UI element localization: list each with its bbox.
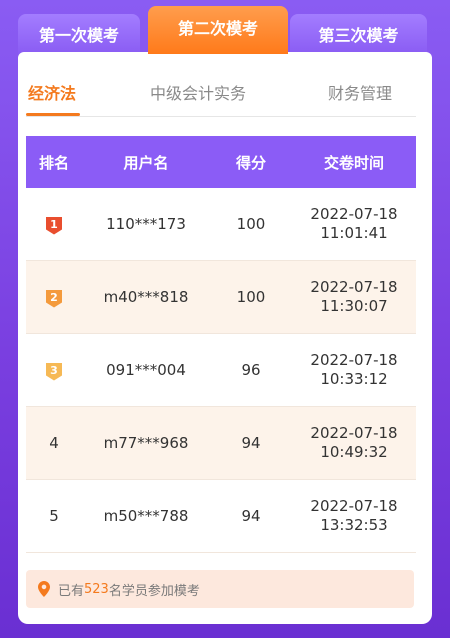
score-cell: 94 [241, 434, 261, 452]
submit-clock: 13:32:53 [320, 516, 388, 534]
table-row: 3 091***004 96 2022-07-18 10:33:12 [26, 334, 416, 407]
bronze-medal-icon: 3 [46, 362, 62, 381]
rank-cell: 1 [26, 214, 82, 235]
subject-tabs: 经济法 中级会计实务 财务管理 [26, 72, 416, 117]
submit-date: 2022-07-18 [310, 205, 398, 223]
username-cell: m77***968 [103, 434, 189, 452]
participant-prefix: 已有 [58, 583, 85, 599]
rank-cell: 4 [49, 434, 59, 452]
submit-time-cell: 2022-07-18 11:01:41 [292, 205, 416, 243]
submit-clock: 11:01:41 [320, 224, 388, 242]
submit-date: 2022-07-18 [310, 351, 398, 369]
submit-time-cell: 2022-07-18 11:30:07 [292, 278, 416, 316]
submit-time-cell: 2022-07-18 13:32:53 [292, 497, 416, 535]
username-cell: m40***818 [103, 288, 189, 306]
username-cell: 110***173 [106, 215, 186, 233]
submit-time-cell: 2022-07-18 10:33:12 [292, 351, 416, 389]
score-cell: 100 [236, 215, 266, 233]
rank-cell: 2 [26, 287, 82, 308]
exam-tab-second[interactable]: 第二次模考 [148, 6, 288, 54]
participant-count-banner: 已有 523 名学员参加模考 [26, 570, 414, 608]
subject-tab-accounting-practice[interactable]: 中级会计实务 [150, 80, 246, 104]
participant-count: 523 [84, 581, 109, 597]
leaderboard-card: 经济法 中级会计实务 财务管理 排名 用户名 得分 交卷时间 1 110***1… [18, 52, 432, 624]
header-submit-time: 交卷时间 [323, 153, 384, 172]
table-header: 排名 用户名 得分 交卷时间 [26, 136, 416, 188]
rank-cell: 5 [49, 507, 59, 525]
submit-date: 2022-07-18 [310, 497, 398, 515]
gold-medal-icon: 1 [46, 216, 62, 235]
submit-date: 2022-07-18 [310, 278, 398, 296]
username-cell: m50***788 [103, 507, 189, 525]
submit-clock: 10:49:32 [320, 443, 388, 461]
header-score: 得分 [235, 153, 266, 172]
table-row: 4 m77***968 94 2022-07-18 10:49:32 [26, 407, 416, 480]
header-username: 用户名 [123, 153, 169, 172]
score-cell: 100 [236, 288, 266, 306]
active-tab-underline [26, 113, 80, 116]
exam-tab-third[interactable]: 第三次模考 [290, 14, 427, 54]
username-cell: 091***004 [106, 361, 186, 379]
submit-date: 2022-07-18 [310, 424, 398, 442]
table-row: 5 m50***788 94 2022-07-18 13:32:53 [26, 480, 416, 553]
subject-tab-financial-management[interactable]: 财务管理 [328, 80, 392, 104]
submit-clock: 11:30:07 [320, 297, 388, 315]
exam-tabs: 第一次模考 第二次模考 第三次模考 [0, 0, 450, 56]
silver-medal-icon: 2 [46, 289, 62, 308]
exam-tab-first[interactable]: 第一次模考 [18, 14, 140, 54]
ranking-table: 排名 用户名 得分 交卷时间 1 110***173 100 2022-07-1… [26, 136, 416, 553]
submit-time-cell: 2022-07-18 10:49:32 [292, 424, 416, 462]
submit-clock: 10:33:12 [320, 370, 388, 388]
table-row: 2 m40***818 100 2022-07-18 11:30:07 [26, 261, 416, 334]
location-pin-icon [38, 581, 50, 597]
score-cell: 94 [241, 507, 261, 525]
score-cell: 96 [241, 361, 261, 379]
subject-tab-economic-law[interactable]: 经济法 [28, 80, 76, 104]
rank-cell: 3 [26, 360, 82, 381]
participant-suffix: 名学员参加模考 [108, 583, 200, 599]
header-rank: 排名 [38, 153, 69, 172]
table-row: 1 110***173 100 2022-07-18 11:01:41 [26, 188, 416, 261]
